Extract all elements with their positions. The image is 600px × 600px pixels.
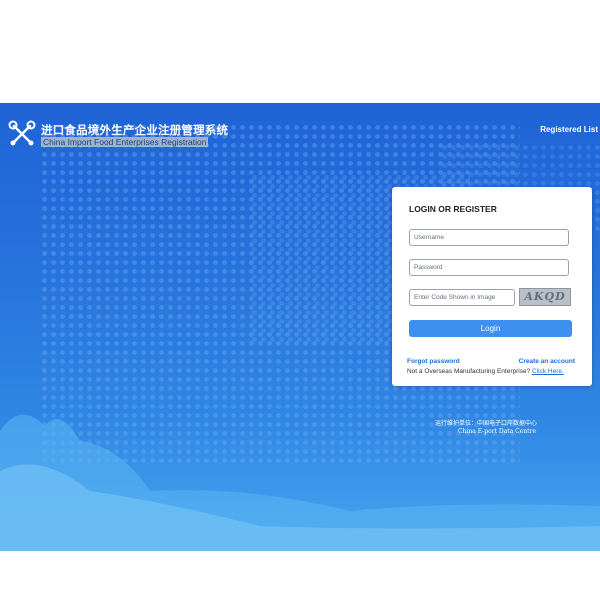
wrench-tools-icon: [8, 120, 36, 146]
system-title-chinese: 进口食品境外生产企业注册管理系统: [41, 123, 229, 137]
password-input[interactable]: [409, 259, 569, 276]
login-card-title: LOGIN OR REGISTER: [409, 204, 497, 214]
username-input[interactable]: [409, 229, 569, 246]
captcha-input[interactable]: [409, 289, 515, 306]
click-here-link[interactable]: Click Here.: [532, 368, 564, 375]
registered-list-link[interactable]: Registered List: [540, 125, 598, 134]
login-card: LOGIN OR REGISTER AKQD Login Forgot pass…: [392, 187, 592, 386]
system-title-english: China Import Food Enterprises Registrati…: [41, 137, 209, 147]
captcha-image[interactable]: AKQD: [519, 288, 571, 306]
hero-background: 进口食品境外生产企业注册管理系统 China Import Food Enter…: [0, 103, 600, 551]
footer-operator-chinese: 运行维护单位：中国电子口岸数据中心: [435, 420, 538, 427]
create-account-link[interactable]: Create an account: [519, 358, 575, 365]
not-overseas-notice: Not a Overseas Manufacturing Enterprise?…: [407, 368, 564, 375]
footer-operator-english: China E-port Data Centre: [458, 428, 536, 435]
forgot-password-link[interactable]: Forgot password: [407, 358, 460, 365]
clouds-decoration: [0, 414, 600, 551]
not-overseas-text: Not a Overseas Manufacturing Enterprise?: [407, 368, 533, 375]
login-button[interactable]: Login: [409, 320, 572, 337]
